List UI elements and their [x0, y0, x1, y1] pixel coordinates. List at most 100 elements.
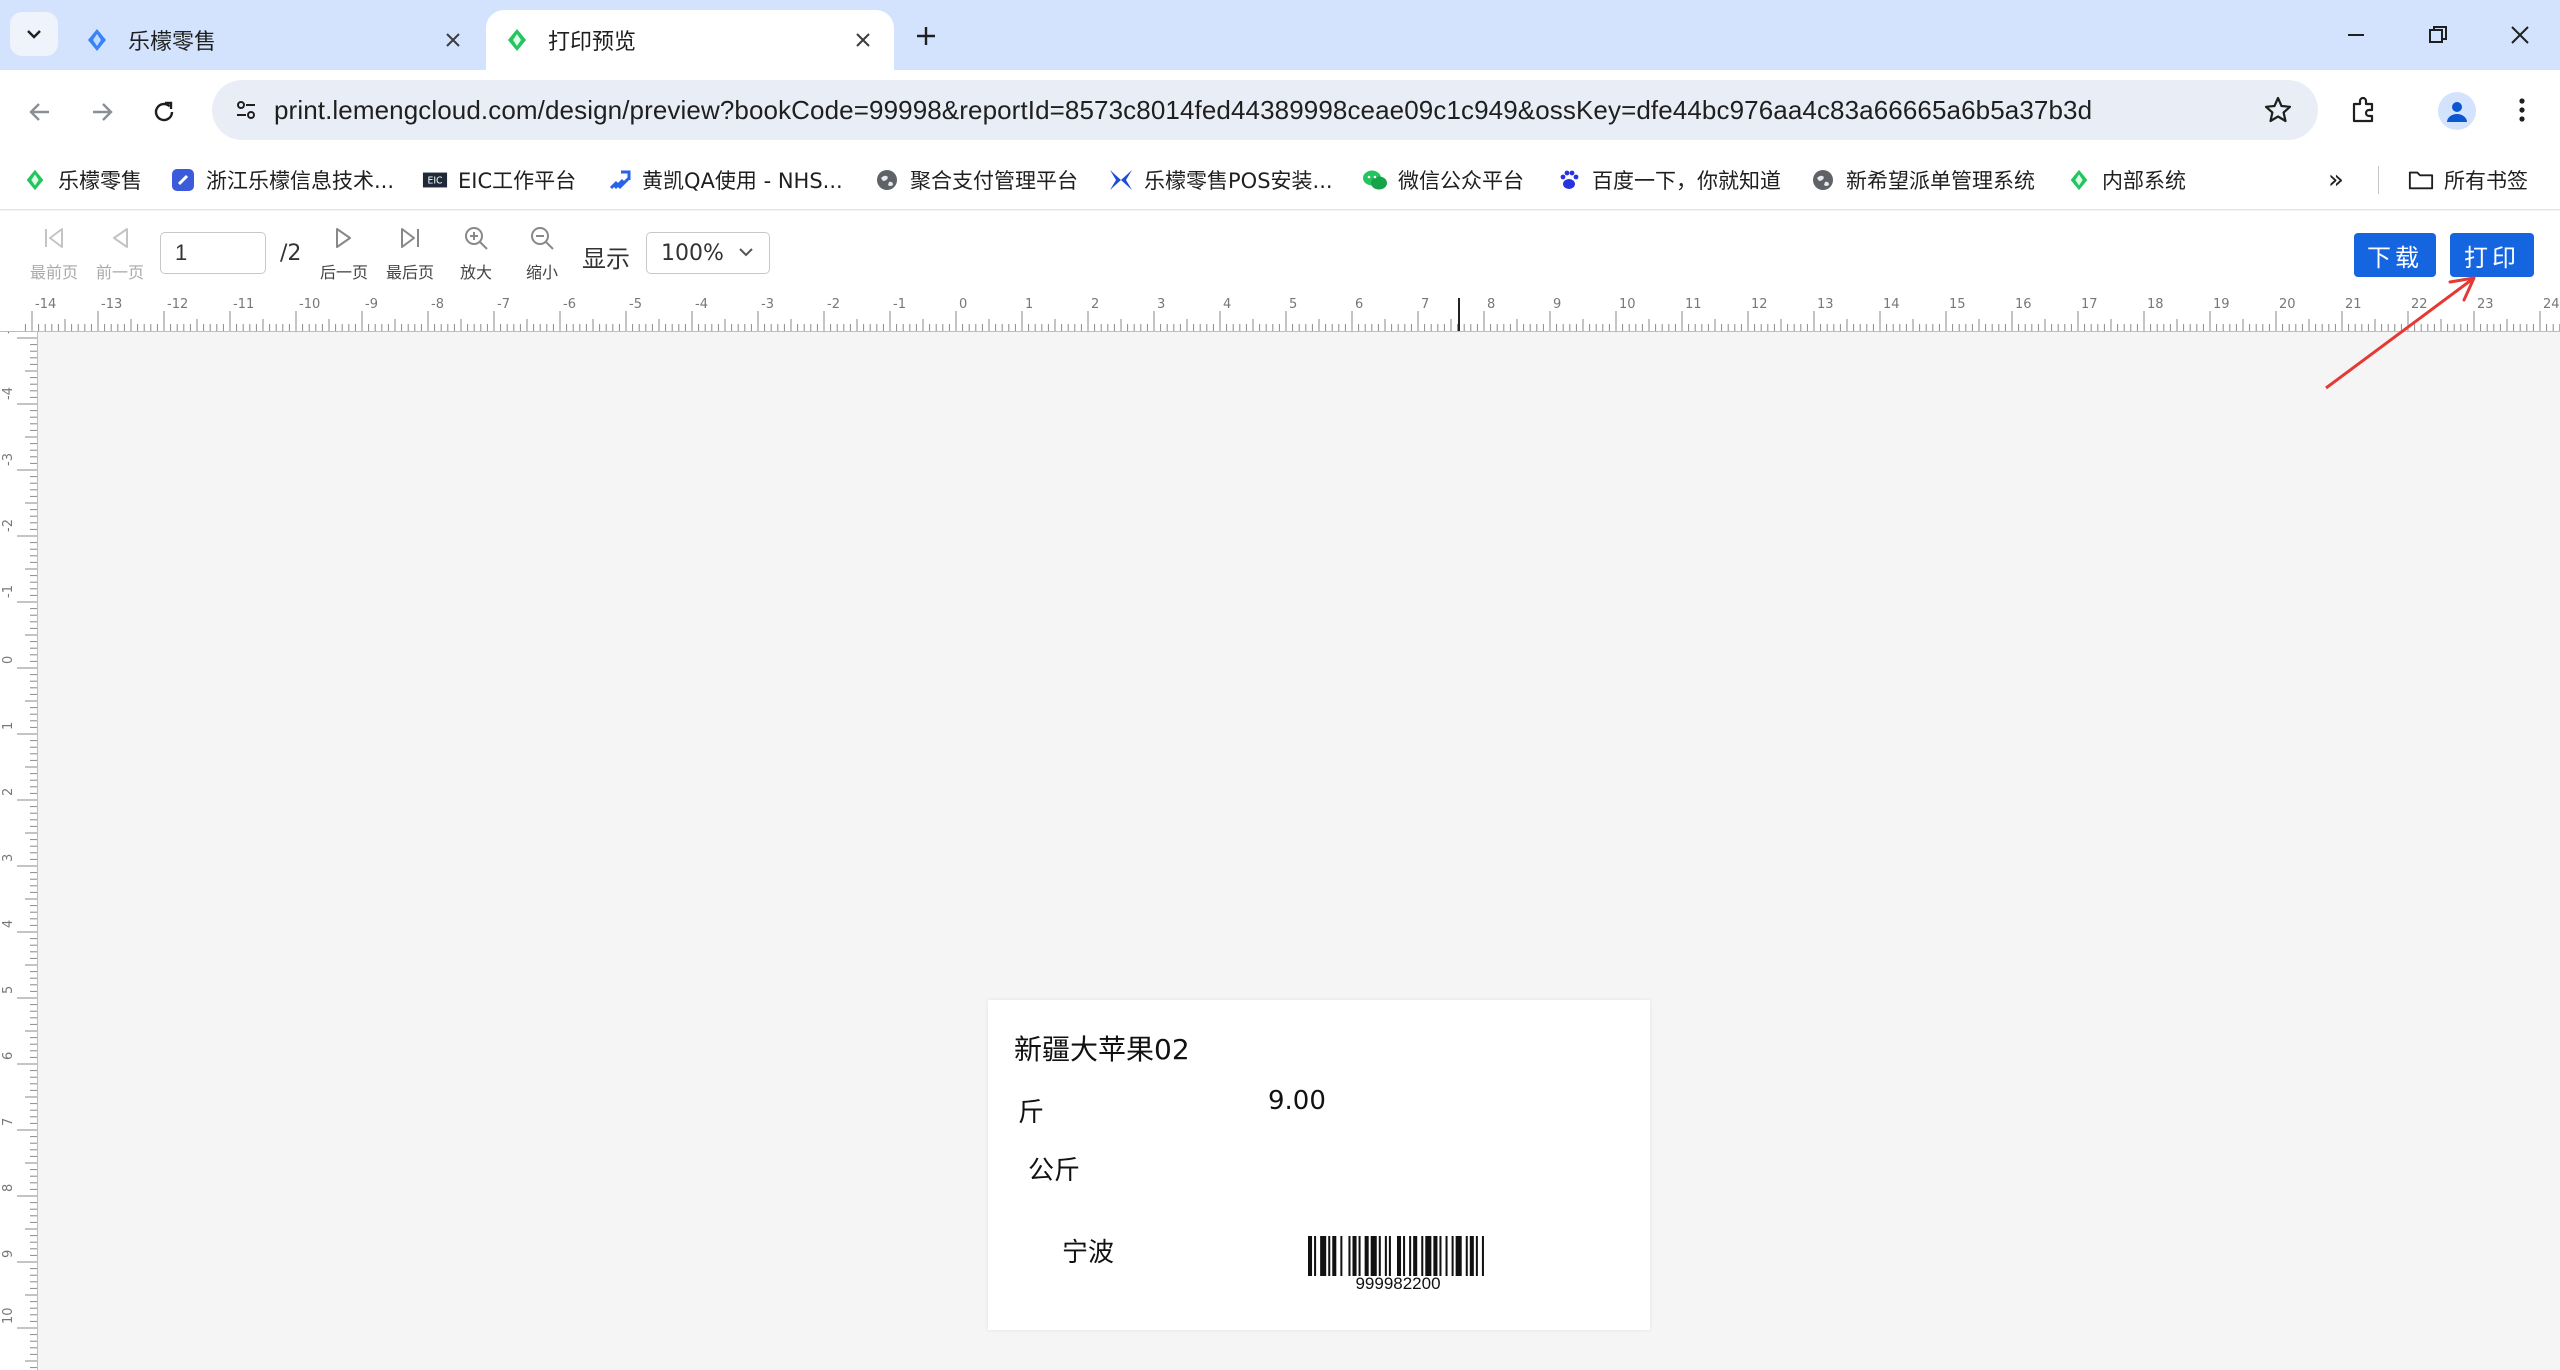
preview-canvas: 新疆大苹果02 斤 9.00 公斤 宁波 999982200: [38, 332, 2560, 1370]
bookmark-item[interactable]: 百度一下，你就知道: [1556, 162, 1781, 198]
svg-text:11: 11: [1685, 297, 1702, 312]
profile-avatar[interactable]: [2438, 92, 2476, 130]
close-icon[interactable]: [440, 27, 466, 53]
prev-page-label: 前一页: [95, 263, 144, 282]
svg-text:15: 15: [1949, 297, 1966, 312]
zoom-in-button[interactable]: 放大: [446, 221, 506, 287]
zoom-value: 100%: [661, 240, 724, 266]
svg-text:23: 23: [2477, 297, 2494, 312]
bookmark-item[interactable]: 聚合支付管理平台: [874, 162, 1078, 198]
svg-text:1: 1: [1025, 297, 1033, 312]
svg-text:-6: -6: [563, 297, 576, 312]
tab-print-preview[interactable]: 打印预览: [486, 10, 894, 70]
browser-menu-button[interactable]: [2500, 88, 2544, 132]
svg-text:-4: -4: [695, 297, 708, 312]
reload-icon: [154, 101, 174, 122]
reload-button[interactable]: [142, 90, 186, 134]
first-page-button[interactable]: 最前页: [24, 221, 84, 287]
bookmark-item[interactable]: 乐檬零售: [22, 162, 142, 198]
bookmark-label: 新希望派单管理系统: [1846, 169, 2035, 193]
minimize-button[interactable]: [2316, 10, 2396, 60]
print-button[interactable]: 打印: [2450, 233, 2534, 277]
svg-text:4: 4: [1223, 297, 1231, 312]
folder-icon: [2408, 167, 2434, 193]
bookmark-label: 微信公众平台: [1398, 169, 1524, 193]
minimize-icon: [2348, 34, 2364, 36]
page-total: /2: [280, 241, 302, 266]
svg-text:-11: -11: [233, 297, 254, 312]
bookmark-item[interactable]: 黄凯QA使用 - NHS...: [606, 162, 843, 198]
address-bar[interactable]: print.lemengcloud.com/design/preview?boo…: [212, 80, 2318, 140]
close-window-button[interactable]: [2480, 10, 2560, 60]
bookmark-label: 黄凯QA使用 - NHS...: [642, 169, 843, 193]
svg-text:22: 22: [2411, 297, 2428, 312]
zoom-select[interactable]: 100%: [646, 232, 770, 274]
url-text: print.lemengcloud.com/design/preview?boo…: [274, 94, 2093, 125]
svg-text:-1: -1: [1, 585, 16, 598]
svg-text:-5: -5: [1, 332, 16, 334]
unit-text: 斤: [1018, 1098, 1045, 1128]
site-settings-icon[interactable]: [226, 90, 266, 130]
all-bookmarks-button[interactable]: 所有书签: [2408, 162, 2528, 198]
svg-text:-13: -13: [101, 297, 122, 312]
close-icon[interactable]: [850, 27, 876, 53]
svg-text:16: 16: [2015, 297, 2032, 312]
triangle-left-icon: [105, 223, 135, 253]
svg-text:5: 5: [1289, 297, 1297, 312]
zoom-out-label: 缩小: [525, 263, 558, 282]
label-page: 新疆大苹果02 斤 9.00 公斤 宁波 999982200: [988, 1000, 1650, 1330]
divider: [2378, 166, 2379, 194]
bookmark-item[interactable]: 乐檬零售POS安装...: [1108, 162, 1333, 198]
bookmark-label: 百度一下，你就知道: [1592, 169, 1781, 193]
chevron-double-right-icon: »: [2328, 165, 2344, 195]
bookmark-label: 所有书签: [2444, 169, 2528, 193]
svg-text:-5: -5: [629, 297, 642, 312]
barcode: [1308, 1236, 1484, 1276]
baidu-paw-icon: [1556, 167, 1582, 193]
svg-text:-2: -2: [827, 297, 840, 312]
bookmark-star-icon[interactable]: [2260, 92, 2296, 128]
svg-text:18: 18: [2147, 297, 2164, 312]
svg-text:10: 10: [1, 1307, 16, 1324]
tab-lemeng-retail[interactable]: 乐檬零售: [66, 10, 484, 70]
tab-search-button[interactable]: [10, 12, 58, 56]
bookmarks-overflow-button[interactable]: »: [2328, 162, 2344, 198]
eic-icon: EIC: [422, 167, 448, 193]
tab-strip: 乐檬零售 打印预览: [0, 0, 2560, 70]
prev-page-button[interactable]: 前一页: [90, 221, 150, 287]
back-button[interactable]: [18, 90, 62, 134]
extensions-button[interactable]: [2342, 88, 2386, 132]
svg-text:1: 1: [1, 722, 16, 730]
svg-text:2: 2: [1091, 297, 1099, 312]
zoom-out-button[interactable]: 缩小: [512, 221, 572, 287]
skip-first-icon: [39, 223, 69, 253]
first-page-label: 最前页: [29, 263, 78, 282]
svg-text:-1: -1: [893, 297, 906, 312]
wechat-icon: [1362, 167, 1388, 193]
bookmarks-bar: 乐檬零售 浙江乐檬信息技术... EIC EIC工作平台 黄凯QA使用 - NH…: [0, 150, 2560, 210]
last-page-button[interactable]: 最后页: [380, 221, 440, 287]
svg-text:2: 2: [1, 788, 16, 796]
restore-button[interactable]: [2398, 10, 2478, 60]
new-tab-button[interactable]: [906, 16, 946, 56]
next-page-label: 后一页: [319, 263, 368, 282]
close-icon: [2511, 26, 2529, 44]
bookmark-item[interactable]: 微信公众平台: [1362, 162, 1524, 198]
svg-text:3: 3: [1, 854, 16, 862]
bookmark-item[interactable]: 浙江乐檬信息技术...: [170, 162, 394, 198]
skip-last-icon: [395, 223, 425, 253]
bookmark-label: 乐檬零售: [58, 169, 142, 193]
svg-text:19: 19: [2213, 297, 2230, 312]
svg-text:0: 0: [1, 656, 16, 664]
next-page-button[interactable]: 后一页: [314, 221, 374, 287]
product-name: 新疆大苹果02: [1014, 1033, 1190, 1066]
bookmark-label: 乐檬零售POS安装...: [1144, 169, 1333, 193]
download-button[interactable]: 下载: [2354, 233, 2436, 277]
bookmark-item[interactable]: 内部系统: [2066, 162, 2186, 198]
bookmark-label: 内部系统: [2102, 169, 2186, 193]
bookmark-item[interactable]: EIC EIC工作平台: [422, 162, 576, 198]
bookmark-item[interactable]: 新希望派单管理系统: [1810, 162, 2035, 198]
page-number-input[interactable]: [160, 232, 266, 274]
lemeng-leaf-icon: [2066, 167, 2092, 193]
forward-button[interactable]: [80, 90, 124, 134]
